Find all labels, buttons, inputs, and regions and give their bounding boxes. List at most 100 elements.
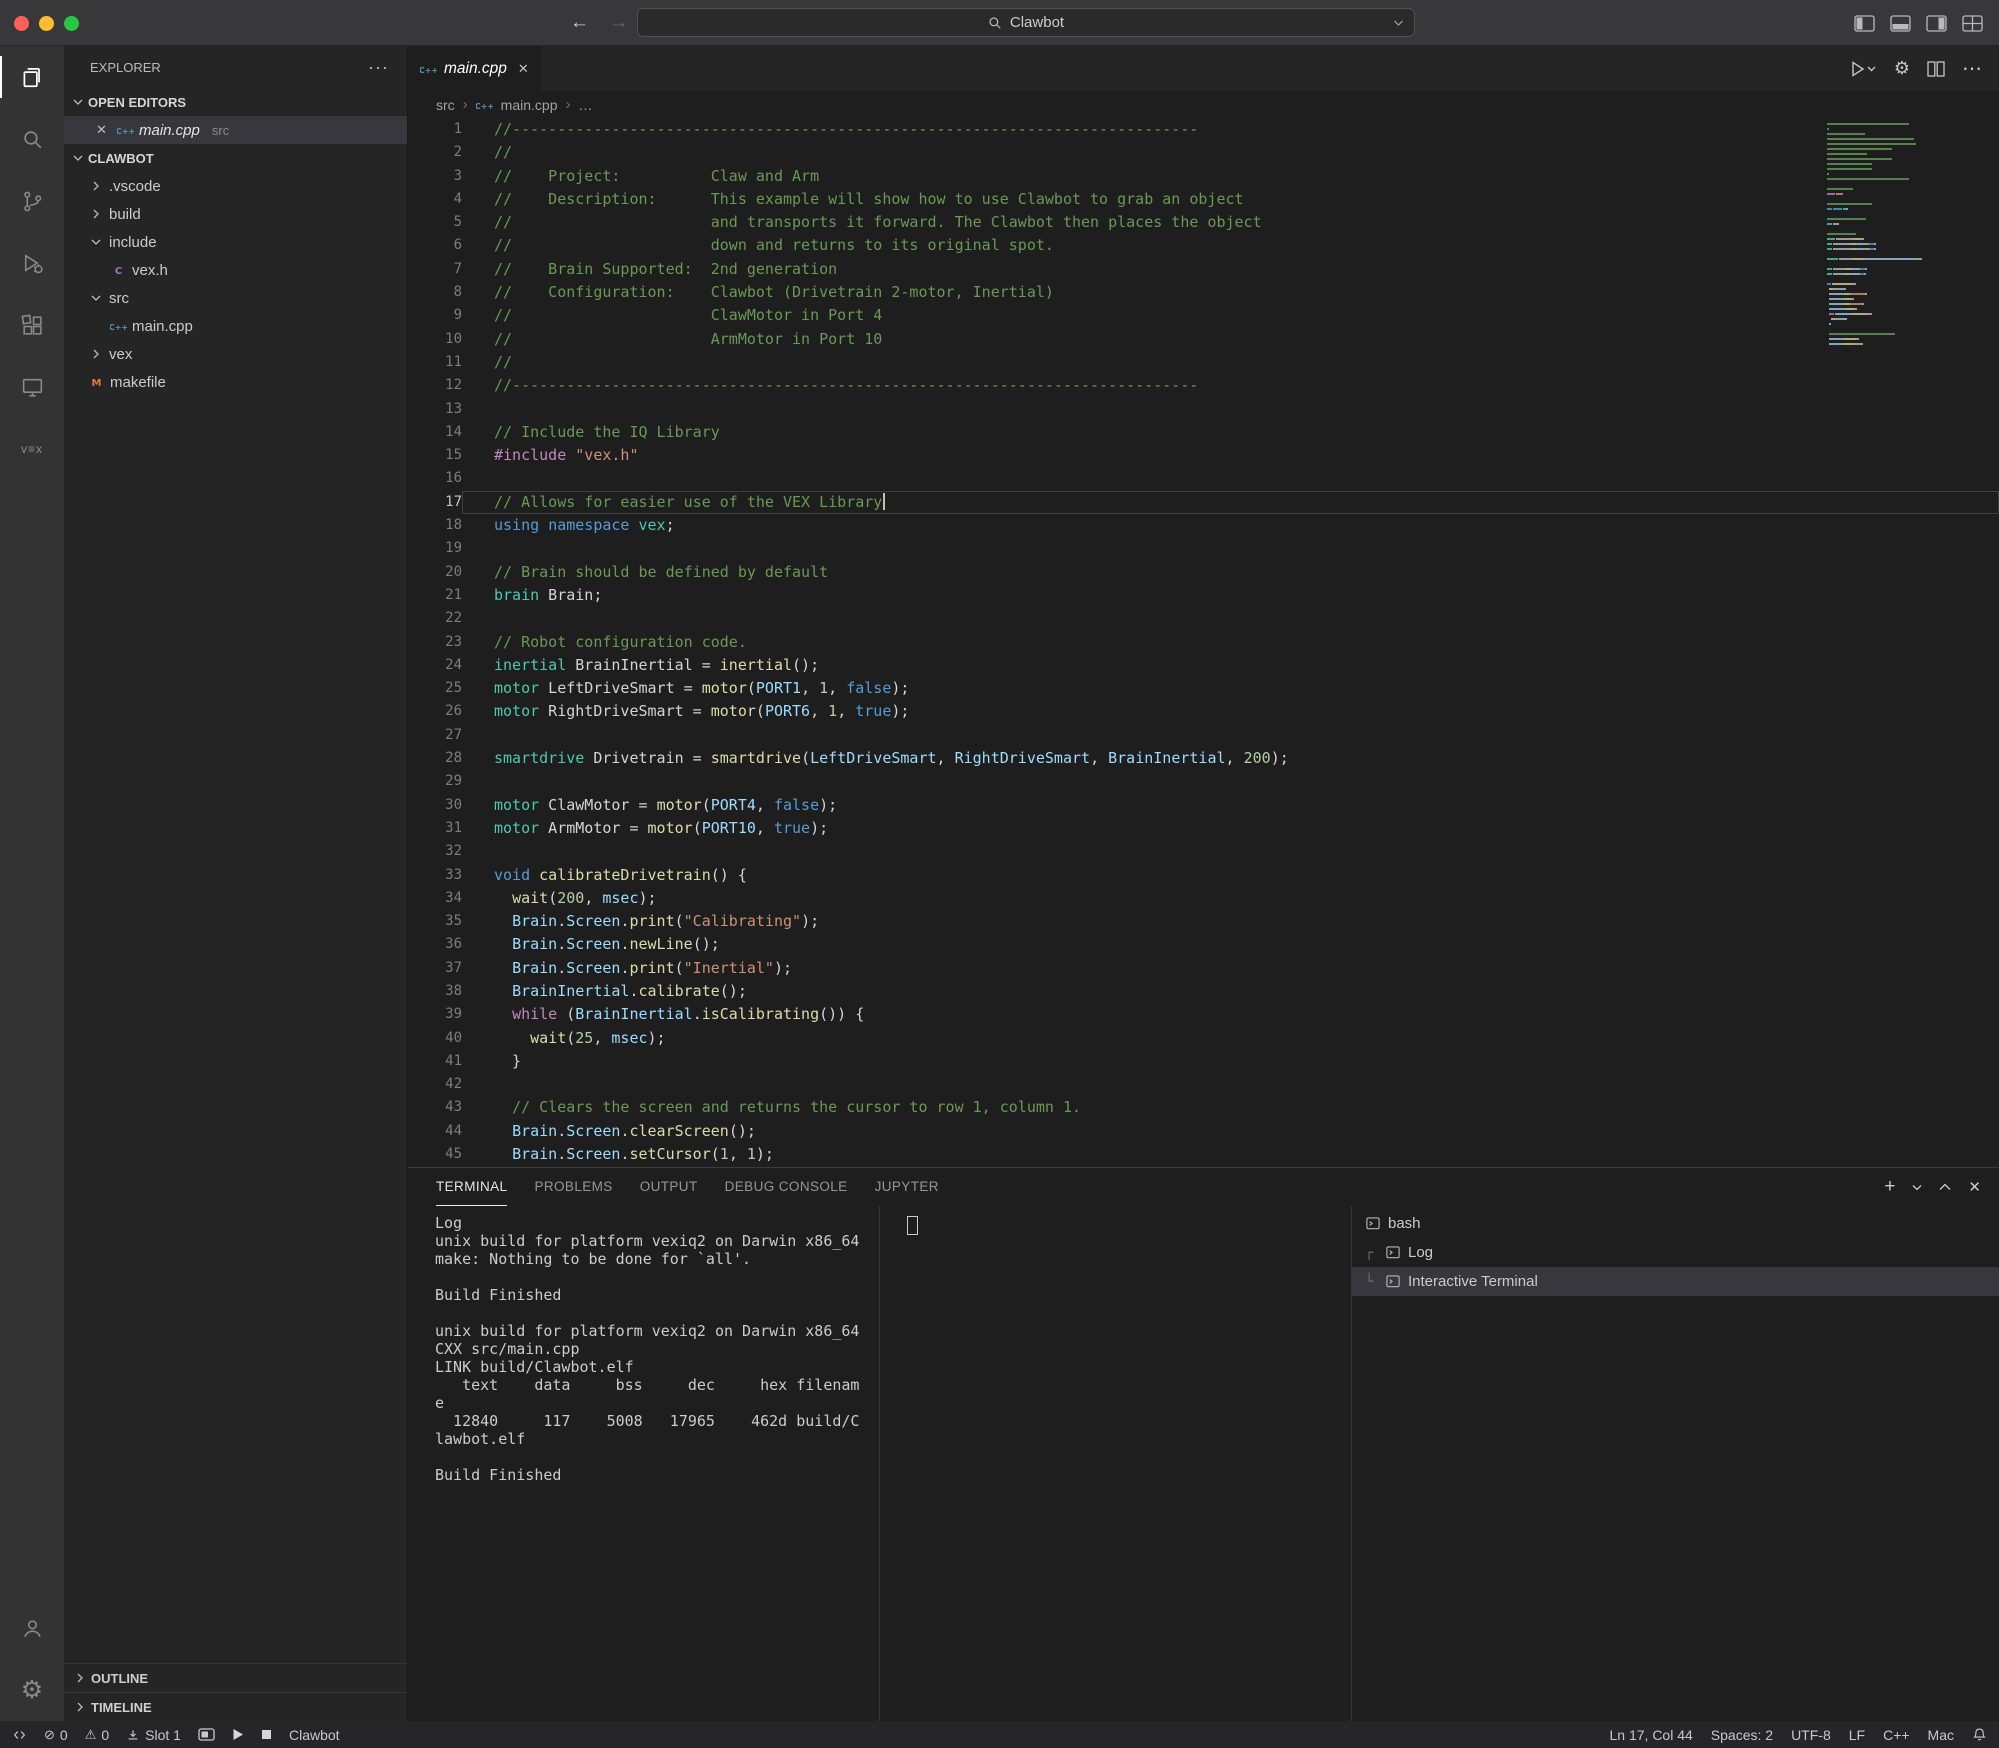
open-editor-item-main-cpp[interactable]: ✕ C++ main.cpp src [64, 116, 407, 144]
panel-tab-jupyter[interactable]: JUPYTER [875, 1168, 939, 1206]
line-number[interactable]: 9 [408, 304, 462, 327]
file-main.cpp[interactable]: C++ main.cpp [64, 312, 407, 340]
code-line-26[interactable]: 26 motor RightDriveSmart = motor(PORT6, 1… [408, 700, 1999, 723]
command-center[interactable]: Clawbot [637, 8, 1415, 37]
line-number[interactable]: 34 [408, 887, 462, 910]
line-number[interactable]: 18 [408, 514, 462, 537]
folder-src[interactable]: src [64, 284, 407, 312]
line-number[interactable]: 21 [408, 584, 462, 607]
code-line-40[interactable]: 40 wait(25, msec); [408, 1027, 1999, 1050]
notifications[interactable] [1972, 1727, 1987, 1742]
activity-settings[interactable]: ⚙ [0, 1659, 64, 1721]
line-number[interactable]: 20 [408, 561, 462, 584]
vex-brain[interactable] [198, 1728, 215, 1741]
breadcrumb-src[interactable]: src [436, 97, 455, 113]
code-line-6[interactable]: 6 // down and returns to its original spo… [408, 234, 1999, 257]
code-line-38[interactable]: 38 BrainInertial.calibrate(); [408, 980, 1999, 1003]
new-terminal-button[interactable]: + [1884, 1176, 1895, 1198]
code-line-33[interactable]: 33 void calibrateDrivetrain() { [408, 864, 1999, 887]
timeline-section-header[interactable]: TIMELINE [64, 1692, 407, 1721]
vex-slot[interactable]: Slot 1 [126, 1727, 181, 1743]
keymap[interactable]: Mac [1928, 1727, 1954, 1743]
activity-source-control[interactable] [0, 170, 64, 232]
minimap[interactable] [1827, 123, 1937, 348]
code-line-19[interactable]: 19 [408, 537, 1999, 560]
file-vex.h[interactable]: Cvex.h [64, 256, 407, 284]
terminal-launch-chevron-icon[interactable] [1912, 1184, 1922, 1191]
tab-main-cpp[interactable]: C++ main.cpp ✕ [408, 46, 541, 91]
terminal-list-item-bash[interactable]: bash [1352, 1209, 1999, 1238]
code-line-5[interactable]: 5 // and transports it forward. The Clawb… [408, 211, 1999, 234]
line-number[interactable]: 24 [408, 654, 462, 677]
customize-layout-icon[interactable] [1962, 14, 1983, 32]
panel-tab-output[interactable]: OUTPUT [640, 1168, 698, 1206]
toggle-primary-sidebar-icon[interactable] [1854, 14, 1875, 32]
toggle-secondary-sidebar-icon[interactable] [1926, 14, 1947, 32]
code-line-31[interactable]: 31 motor ArmMotor = motor(PORT10, true); [408, 817, 1999, 840]
line-number[interactable]: 3 [408, 165, 462, 188]
code-line-45[interactable]: 45 Brain.Screen.setCursor(1, 1); [408, 1143, 1999, 1166]
remote-indicator[interactable] [12, 1728, 27, 1742]
code-line-17[interactable]: 17// Allows for easier use of the VEX Li… [408, 491, 1999, 514]
line-number[interactable]: 39 [408, 1003, 462, 1026]
code-line-28[interactable]: 28 smartdrive Drivetrain = smartdrive(Lef… [408, 747, 1999, 770]
code-line-29[interactable]: 29 [408, 770, 1999, 793]
code-line-44[interactable]: 44 Brain.Screen.clearScreen(); [408, 1120, 1999, 1143]
open-editors-section-header[interactable]: OPEN EDITORS [64, 88, 407, 116]
code-line-1[interactable]: 1 //-------------------------------------… [408, 118, 1999, 141]
code-line-32[interactable]: 32 [408, 840, 1999, 863]
code-line-35[interactable]: 35 Brain.Screen.print("Calibrating"); [408, 910, 1999, 933]
zoom-window-button[interactable] [64, 15, 79, 31]
code-line-39[interactable]: 39 while (BrainInertial.isCalibrating())… [408, 1003, 1999, 1026]
code-line-18[interactable]: 18 using namespace vex; [408, 514, 1999, 537]
activity-extensions[interactable] [0, 294, 64, 356]
activity-run-debug[interactable] [0, 232, 64, 294]
line-number[interactable]: 40 [408, 1027, 462, 1050]
code-line-3[interactable]: 3 // Project: Claw and Arm [408, 165, 1999, 188]
line-number[interactable]: 5 [408, 211, 462, 234]
close-window-button[interactable] [14, 15, 29, 31]
line-number[interactable]: 30 [408, 794, 462, 817]
line-number[interactable]: 11 [408, 351, 462, 374]
line-number[interactable]: 42 [408, 1073, 462, 1096]
folder-build[interactable]: build [64, 200, 407, 228]
line-number[interactable]: 37 [408, 957, 462, 980]
code-line-10[interactable]: 10 // ArmMotor in Port 10 [408, 328, 1999, 351]
code-line-8[interactable]: 8 // Configuration: Clawbot (Drivetrain 2… [408, 281, 1999, 304]
toggle-panel-icon[interactable] [1890, 14, 1911, 32]
code-line-30[interactable]: 30 motor ClawMotor = motor(PORT4, false); [408, 794, 1999, 817]
indentation[interactable]: Spaces: 2 [1711, 1727, 1773, 1743]
line-number[interactable]: 38 [408, 980, 462, 1003]
line-number[interactable]: 8 [408, 281, 462, 304]
code-line-22[interactable]: 22 [408, 607, 1999, 630]
close-tab-icon[interactable]: ✕ [518, 61, 529, 77]
line-number[interactable]: 22 [408, 607, 462, 630]
line-number[interactable]: 14 [408, 421, 462, 444]
terminal-interactive-pane[interactable] [880, 1206, 1352, 1721]
panel-tab-debug-console[interactable]: DEBUG CONSOLE [725, 1168, 848, 1206]
outline-section-header[interactable]: OUTLINE [64, 1663, 407, 1692]
line-number[interactable]: 4 [408, 188, 462, 211]
line-number[interactable]: 44 [408, 1120, 462, 1143]
minimize-window-button[interactable] [39, 15, 54, 31]
eol[interactable]: LF [1849, 1727, 1865, 1743]
navigate-back-button[interactable]: ← [570, 12, 589, 34]
folder-.vscode[interactable]: .vscode [64, 172, 407, 200]
cursor-position[interactable]: Ln 17, Col 44 [1610, 1727, 1693, 1743]
activity-vex[interactable]: v≡x [0, 418, 64, 480]
problems-warnings[interactable]: ⚠ 0 [85, 1726, 109, 1743]
line-number[interactable]: 23 [408, 631, 462, 654]
code-line-9[interactable]: 9 // ClawMotor in Port 4 [408, 304, 1999, 327]
line-number[interactable]: 2 [408, 141, 462, 164]
line-number[interactable]: 28 [408, 747, 462, 770]
line-number[interactable]: 7 [408, 258, 462, 281]
line-number[interactable]: 29 [408, 770, 462, 793]
line-number[interactable]: 45 [408, 1143, 462, 1166]
code-line-36[interactable]: 36 Brain.Screen.newLine(); [408, 933, 1999, 956]
panel-tab-terminal[interactable]: TERMINAL [436, 1168, 508, 1206]
code-line-7[interactable]: 7 // Brain Supported: 2nd generation [408, 258, 1999, 281]
activity-explorer[interactable] [0, 46, 64, 108]
code-line-21[interactable]: 21 brain Brain; [408, 584, 1999, 607]
code-editor[interactable]: 1 //-------------------------------------… [408, 118, 1999, 1167]
code-line-4[interactable]: 4 // Description: This example will show … [408, 188, 1999, 211]
